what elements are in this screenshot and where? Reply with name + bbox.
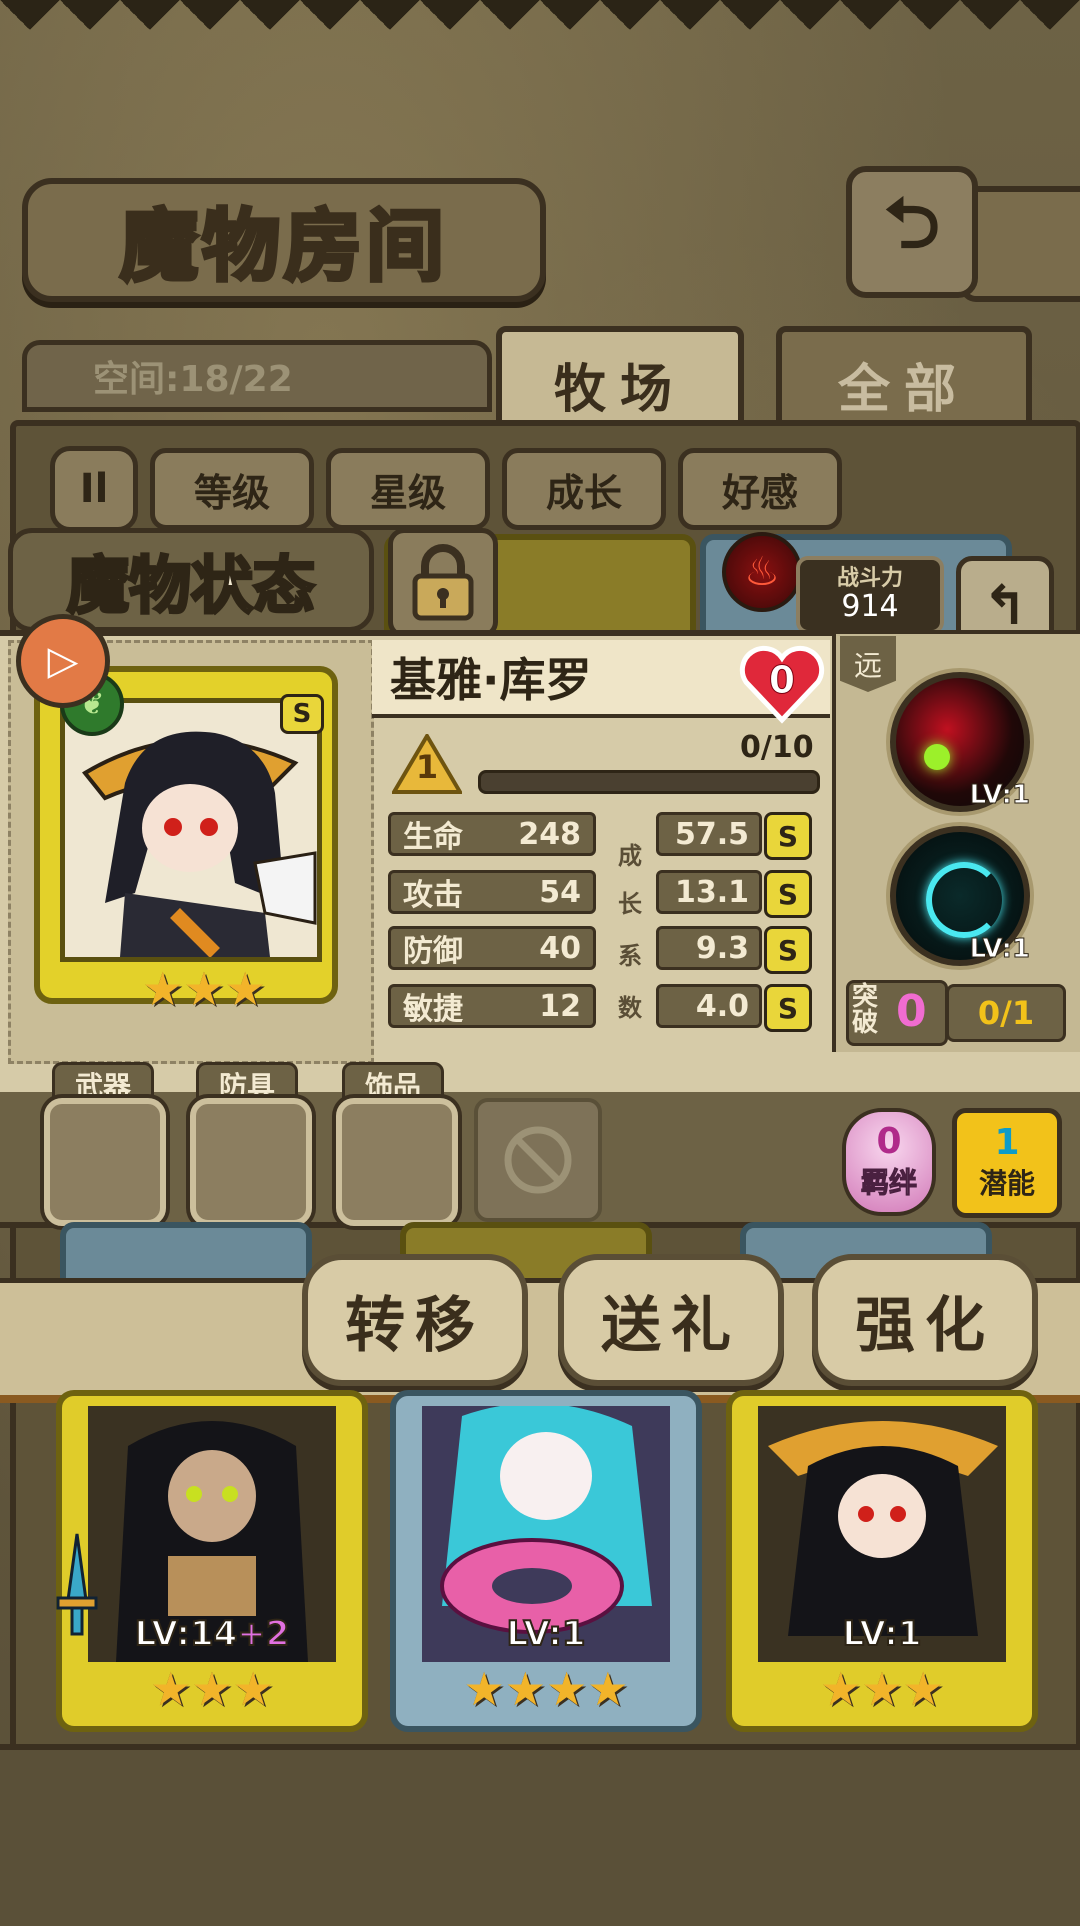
monster-portrait [60,698,322,962]
return-arrow-icon: ↰ [982,573,1028,637]
growth-coef-char: 系 [618,942,642,970]
back-button-extension [960,186,1080,302]
growth-grade-hp: S [764,812,812,860]
monster-card-1[interactable]: LV:14+2 ★★★ [56,1390,368,1732]
bond-label: 羁绊 [860,1166,917,1200]
growth-agi: 4.0 [656,984,762,1028]
monster-card-3[interactable]: LV:1 ★★★ [726,1390,1038,1732]
skill-2[interactable]: LV:1 [890,826,1031,966]
card-level: LV:1 [505,1613,586,1655]
stat-label: 攻击 [403,878,463,913]
growth-grade-agi: S [764,984,812,1032]
stat-label: 敏捷 [403,992,463,1027]
skill-level: LV:1 [969,934,1030,965]
bond-count: 0 [876,1121,902,1162]
stat-value: 248 [518,816,581,852]
red-green-orb-icon [924,744,950,770]
card-level-value: LV:14 [134,1613,239,1655]
breakthrough-label: 突破 [852,982,879,1038]
transfer-button[interactable]: 转移 [302,1254,528,1386]
bond-button[interactable]: 0 羁绊 [842,1108,936,1216]
sort-order-toggle[interactable]: Il [50,446,138,532]
monster-name: 基雅·库罗 [390,653,592,707]
stat-value: 54 [539,874,581,910]
combat-power-value: 914 [841,589,899,624]
sort-affection-button[interactable]: 好感 [678,448,842,530]
growth-coef-char: 成 [618,842,642,870]
space-counter: 空间:18/22 [22,340,492,412]
rank-badge: S [280,694,324,734]
range-tag: 远 [840,636,896,692]
card-stars: ★★★★ [463,1662,629,1716]
enhance-button[interactable]: 强化 [812,1254,1038,1386]
growth-hp: 57.5 [656,812,762,856]
top-zigzag-border [0,0,1080,60]
card-level: LV:1 [841,1613,922,1655]
back-button[interactable]: ⮌ [846,166,978,298]
stat-atk: 攻击 54 [388,870,596,914]
potential-button[interactable]: 1 潜能 [952,1108,1062,1218]
level-badge: 1 [390,732,464,798]
weapon-slot[interactable] [44,1098,166,1226]
space-label: 空间:18/22 [93,359,293,400]
combat-power-label: 战斗力 [836,566,903,591]
sort-level-button[interactable]: 等级 [150,448,314,530]
potential-count: 1 [994,1122,1020,1163]
prohibited-icon [504,1126,572,1194]
armor-slot[interactable] [190,1098,312,1226]
monster-portrait: LV:1 [422,1406,670,1662]
gift-button[interactable]: 送礼 [558,1254,784,1386]
page-title: 魔物房间 [118,199,448,294]
growth-coef-char: 长 [618,890,642,918]
combat-power: 战斗力 914 [796,556,944,634]
exp-bar [478,770,820,794]
sort-growth-button[interactable]: 成长 [502,448,666,530]
exp-text: 0/10 [740,730,814,765]
monster-card-2[interactable]: LV:1 ★★★★ [390,1390,702,1732]
class-badge-icon: ▷ [16,614,110,708]
card-level: LV:14+2 [88,1613,336,1655]
stat-label: 防御 [403,934,463,969]
growth-grade-def: S [764,926,812,974]
accessory-slot[interactable] [336,1098,458,1226]
monster-portrait: LV:14+2 [88,1406,336,1662]
affection-heart-icon: 0 [738,644,826,724]
stat-value: 12 [539,988,581,1024]
skill-level: LV:1 [969,780,1030,811]
bottom-border [0,1744,1080,1926]
stat-label: 生命 [403,820,463,855]
lock-button[interactable] [388,528,498,638]
card-stars: ★★★ [150,1662,274,1716]
affection-value: 0 [768,658,796,703]
monster-portrait: LV:1 [758,1406,1006,1662]
return-arrow-icon: ⮌ [883,181,941,264]
stat-hp: 生命 248 [388,812,596,856]
stat-agi: 敏捷 12 [388,984,596,1028]
sword-icon [52,1530,102,1640]
title-plate: 魔物房间 [22,178,546,302]
level-value: 1 [415,748,439,786]
growth-grade-atk: S [764,870,812,918]
stat-value: 40 [539,930,581,966]
sort-star-button[interactable]: 星级 [326,448,490,530]
card-stars: ★★★ [820,1662,944,1716]
breakthrough-progress: 0/1 [946,984,1066,1042]
fire-element-icon: ♨ [722,532,802,612]
skill-1[interactable]: LV:1 [890,672,1031,812]
card-level-bonus: +2 [236,1613,290,1655]
stat-def: 防御 40 [388,926,596,970]
potential-label: 潜能 [978,1167,1035,1200]
growth-def: 9.3 [656,926,762,970]
locked-slot [474,1098,602,1222]
growth-coef-char: 数 [618,994,642,1022]
growth-atk: 13.1 [656,870,762,914]
status-title: 魔物状态 [65,548,316,624]
cyan-swirl-icon [926,862,1002,938]
rarity-stars: ★★★ [142,962,266,1016]
breakthrough-count: 0 [896,986,927,1037]
padlock-icon [412,544,474,621]
